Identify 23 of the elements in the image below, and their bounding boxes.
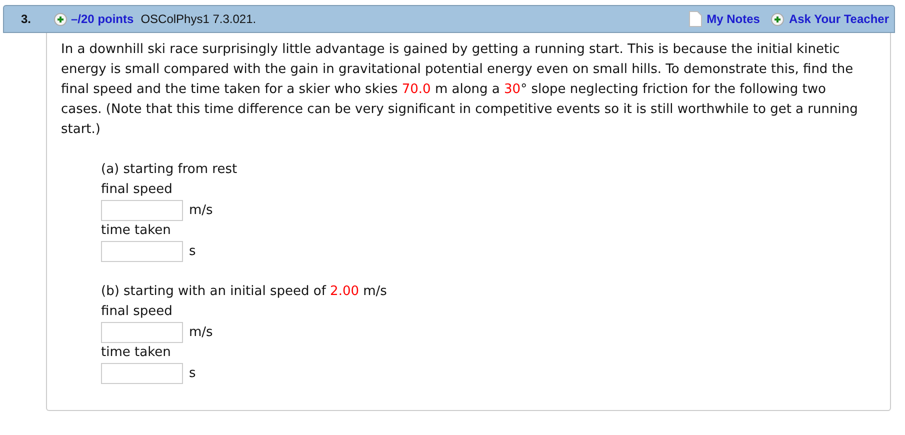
- document-icon: [688, 11, 702, 27]
- answer-field[interactable]: [101, 322, 183, 343]
- plus-icon: [54, 12, 67, 26]
- unit-label: s: [189, 364, 196, 383]
- unit-label: m/s: [189, 202, 213, 220]
- question-number: 3.: [21, 11, 32, 28]
- question-source: OSColPhys1 7.3.021.: [140, 11, 256, 28]
- answer-field[interactable]: [101, 241, 183, 262]
- answer-label: final speed: [101, 181, 172, 199]
- ask-teacher-link[interactable]: Ask Your Teacher: [788, 10, 889, 28]
- points-link[interactable]: –/20 points: [71, 10, 134, 28]
- part-title: (b) starting with an initial speed of 2.00 m/s: [101, 283, 387, 301]
- unit-label: s: [189, 242, 196, 261]
- notes-link[interactable]: My Notes: [706, 10, 760, 28]
- answer-label: final speed: [101, 303, 172, 321]
- unit-label: m/s: [189, 324, 213, 342]
- answer-label: time taken: [101, 344, 171, 362]
- question-text: In a downhill ski race surprisingly little advantage is gained by getting a running start. This is because the initial kinetic energy is small compared with the gain in gravitational potential energy even on small hills. To demonstrate this, find the final speed and the time taken for a skier who skies 70.0 m along a 30° slope neglecting friction for the following two cases. (Note that this time difference can be very significant in competitive events so it is still worthwhile to get a running start.): [61, 41, 859, 139]
- plus-icon: [770, 12, 784, 26]
- part-title: (a) starting from rest: [101, 161, 238, 179]
- answer-label: time taken: [101, 222, 171, 240]
- answer-field[interactable]: [101, 200, 183, 221]
- answer-field[interactable]: [101, 363, 183, 384]
